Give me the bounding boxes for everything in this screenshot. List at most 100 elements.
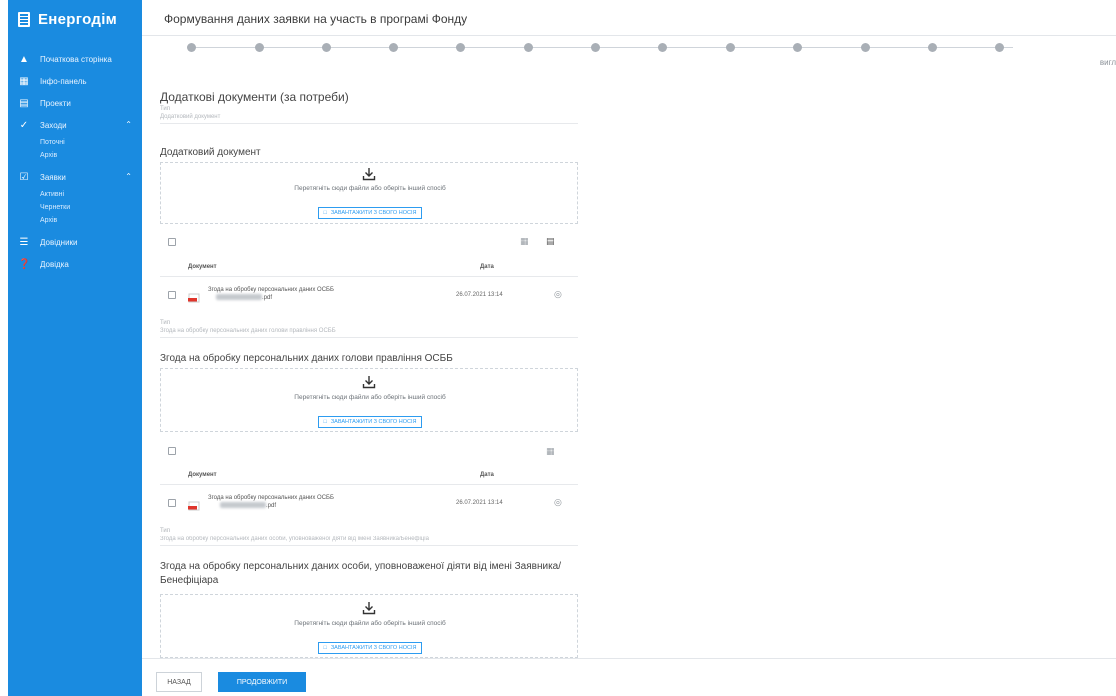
file-name: Згода на обробку персональних даних ОСББ… xyxy=(208,286,428,302)
file-date: 26.07.2021 13:14 xyxy=(456,500,503,506)
type-label: Тип xyxy=(160,528,171,534)
dropzone-text: Перетягніть сюди файли або оберіть інший… xyxy=(294,185,446,192)
form-footer: НАЗАД ПРОДОВЖИТИ xyxy=(142,658,1116,696)
sidebar-subitem-current[interactable]: Поточні xyxy=(8,136,142,149)
help-icon: ❓ xyxy=(18,258,31,270)
file-name-text: Згода на обробку персональних даних ОСББ xyxy=(208,495,334,501)
page-title: Формування даних заявки на участь в прог… xyxy=(164,12,468,26)
dropzone-text: Перетягніть сюди файли або оберіть інший… xyxy=(294,620,446,627)
file-name: Згода на обробку персональних даних ОСББ… xyxy=(208,494,428,510)
column-header-document: Документ xyxy=(188,264,217,270)
doc-title: Згода на обробку персональних даних особ… xyxy=(160,561,562,586)
app-root: Енергодім ▲ Початкова сторінка ▦ Інфо-па… xyxy=(0,0,1116,696)
upload-button-label: ЗАВАНТАЖИТИ З СВОГО НОСІЯ xyxy=(330,210,417,216)
type-label: Тип xyxy=(160,320,171,326)
back-button[interactable]: НАЗАД xyxy=(156,672,202,692)
column-header-date: Дата xyxy=(480,264,494,270)
sidebar-item-label: Заходи xyxy=(40,120,67,130)
list-view-icon[interactable]: ▤ xyxy=(546,236,555,247)
upload-button[interactable]: □ ЗАВАНТАЖИТИ З СВОГО НОСІЯ xyxy=(317,207,423,219)
sidebar-subitem-archive[interactable]: Архів xyxy=(8,149,142,162)
dropzone-text: Перетягніть сюди файли або оберіть інший… xyxy=(294,394,446,401)
eye-icon[interactable]: ◎ xyxy=(554,289,562,300)
download-icon xyxy=(362,601,376,620)
sidebar-item-label: Заявки xyxy=(40,172,66,182)
table-row[interactable]: Згода на обробку персональних даних ОСББ… xyxy=(160,486,578,522)
pdf-file-icon xyxy=(188,290,200,308)
section-title: Додаткові документи (за потреби) xyxy=(160,90,349,104)
folder-icon: □ xyxy=(323,645,327,651)
select-all-checkbox[interactable] xyxy=(168,238,176,246)
dropzone-button-row: □ ЗАВАНТАЖИТИ З СВОГО НОСІЯ xyxy=(161,201,579,219)
brand[interactable]: Енергодім xyxy=(8,4,142,34)
sidebar-item-dashboard[interactable]: ▦ Інфо-панель xyxy=(8,70,142,92)
column-header-date: Дата xyxy=(480,472,494,478)
select-all-checkbox[interactable] xyxy=(168,447,176,455)
dropzone-button-row: □ ЗАВАНТАЖИТИ З СВОГО НОСІЯ xyxy=(161,410,579,428)
table-divider xyxy=(160,484,578,485)
type-value: Додатковий документ xyxy=(160,114,578,124)
main-content: Додаткові документи (за потреби) Тип Дод… xyxy=(142,36,1116,658)
upload-button-label: ЗАВАНТАЖИТИ З СВОГО НОСІЯ xyxy=(330,645,417,651)
table-row[interactable]: Згода на обробку персональних даних ОСББ… xyxy=(160,278,578,314)
sidebar-item-help[interactable]: ❓ Довідка xyxy=(8,253,142,275)
sidebar-item-label: Довідники xyxy=(40,237,78,247)
file-ext: .pdf xyxy=(262,295,273,301)
dashboard-icon: ▦ xyxy=(19,75,29,87)
chevron-up-icon[interactable]: ⌃ xyxy=(125,120,132,129)
sidebar-item-directories[interactable]: ☰ Довідники xyxy=(8,231,142,253)
page-header: Формування даних заявки на участь в прог… xyxy=(142,0,1116,36)
sidebar-subitem-drafts[interactable]: Чернетки xyxy=(8,201,142,214)
home-icon: ▲ xyxy=(19,53,29,65)
sidebar-nav: ▲ Початкова сторінка ▦ Інфо-панель ▤ Про… xyxy=(8,48,142,275)
sidebar-item-label: Початкова сторінка xyxy=(40,54,112,64)
upload-button-label: ЗАВАНТАЖИТИ З СВОГО НОСІЯ xyxy=(330,419,417,425)
sidebar-item-label: Довідка xyxy=(40,259,69,269)
grid-view-icon[interactable]: ▦ xyxy=(520,236,529,247)
continue-button[interactable]: ПРОДОВЖИТИ xyxy=(218,672,306,692)
column-header-document: Документ xyxy=(188,472,217,478)
type-value: Згода на обробку персональних даних особ… xyxy=(160,536,578,546)
projects-icon: ▤ xyxy=(19,97,29,109)
sidebar-subitem-active[interactable]: Активні xyxy=(8,188,142,201)
sidebar-item-label: Проекти xyxy=(40,98,71,108)
sidebar-item-projects[interactable]: ▤ Проекти xyxy=(8,92,142,114)
doc-title: Згода на обробку персональних даних голо… xyxy=(160,353,453,364)
row-checkbox[interactable] xyxy=(168,291,176,299)
file-dropzone[interactable]: Перетягніть сюди файли або оберіть інший… xyxy=(160,594,578,658)
file-date: 26.07.2021 13:14 xyxy=(456,292,503,298)
checkbox-icon: ☑ xyxy=(19,171,29,183)
sidebar-item-applications[interactable]: ☑ Заявки ⌃ xyxy=(8,166,142,188)
sidebar-item-label: Інфо-панель xyxy=(40,76,87,86)
building-icon xyxy=(18,11,30,27)
folder-icon: □ xyxy=(323,419,327,425)
check-icon: ✓ xyxy=(19,119,29,131)
sidebar-item-home[interactable]: ▲ Початкова сторінка xyxy=(8,48,142,70)
upload-button[interactable]: □ ЗАВАНТАЖИТИ З СВОГО НОСІЯ xyxy=(317,416,423,428)
sidebar-subitem-archive[interactable]: Архів xyxy=(8,214,142,227)
download-icon xyxy=(362,167,376,186)
upload-button[interactable]: □ ЗАВАНТАЖИТИ З СВОГО НОСІЯ xyxy=(317,642,423,654)
dropzone-button-row: □ ЗАВАНТАЖИТИ З СВОГО НОСІЯ xyxy=(161,636,579,654)
brand-title: Енергодім xyxy=(38,10,118,28)
eye-icon[interactable]: ◎ xyxy=(554,497,562,508)
file-name-text: Згода на обробку персональних даних ОСББ xyxy=(208,287,334,293)
file-dropzone[interactable]: Перетягніть сюди файли або оберіть інший… xyxy=(160,162,578,224)
file-dropzone[interactable]: Перетягніть сюди файли або оберіть інший… xyxy=(160,368,578,432)
doc-title: Додатковий документ xyxy=(160,147,261,158)
type-label: Тип xyxy=(160,106,171,112)
chevron-up-icon[interactable]: ⌃ xyxy=(125,172,132,181)
list-icon: ☰ xyxy=(19,236,29,248)
folder-icon: □ xyxy=(323,210,327,216)
type-value: Згода на обробку персональних даних голо… xyxy=(160,328,578,338)
download-icon xyxy=(362,375,376,394)
grid-view-icon[interactable]: ▦ xyxy=(546,446,555,457)
sidebar: Енергодім ▲ Початкова сторінка ▦ Інфо-па… xyxy=(8,0,142,696)
file-ext: .pdf xyxy=(266,503,277,509)
row-checkbox[interactable] xyxy=(168,499,176,507)
redacted-text xyxy=(216,294,262,301)
table-divider xyxy=(160,276,578,277)
sidebar-item-measures[interactable]: ✓ Заходи ⌃ xyxy=(8,114,142,136)
pdf-file-icon xyxy=(188,498,200,516)
redacted-text xyxy=(220,502,266,509)
